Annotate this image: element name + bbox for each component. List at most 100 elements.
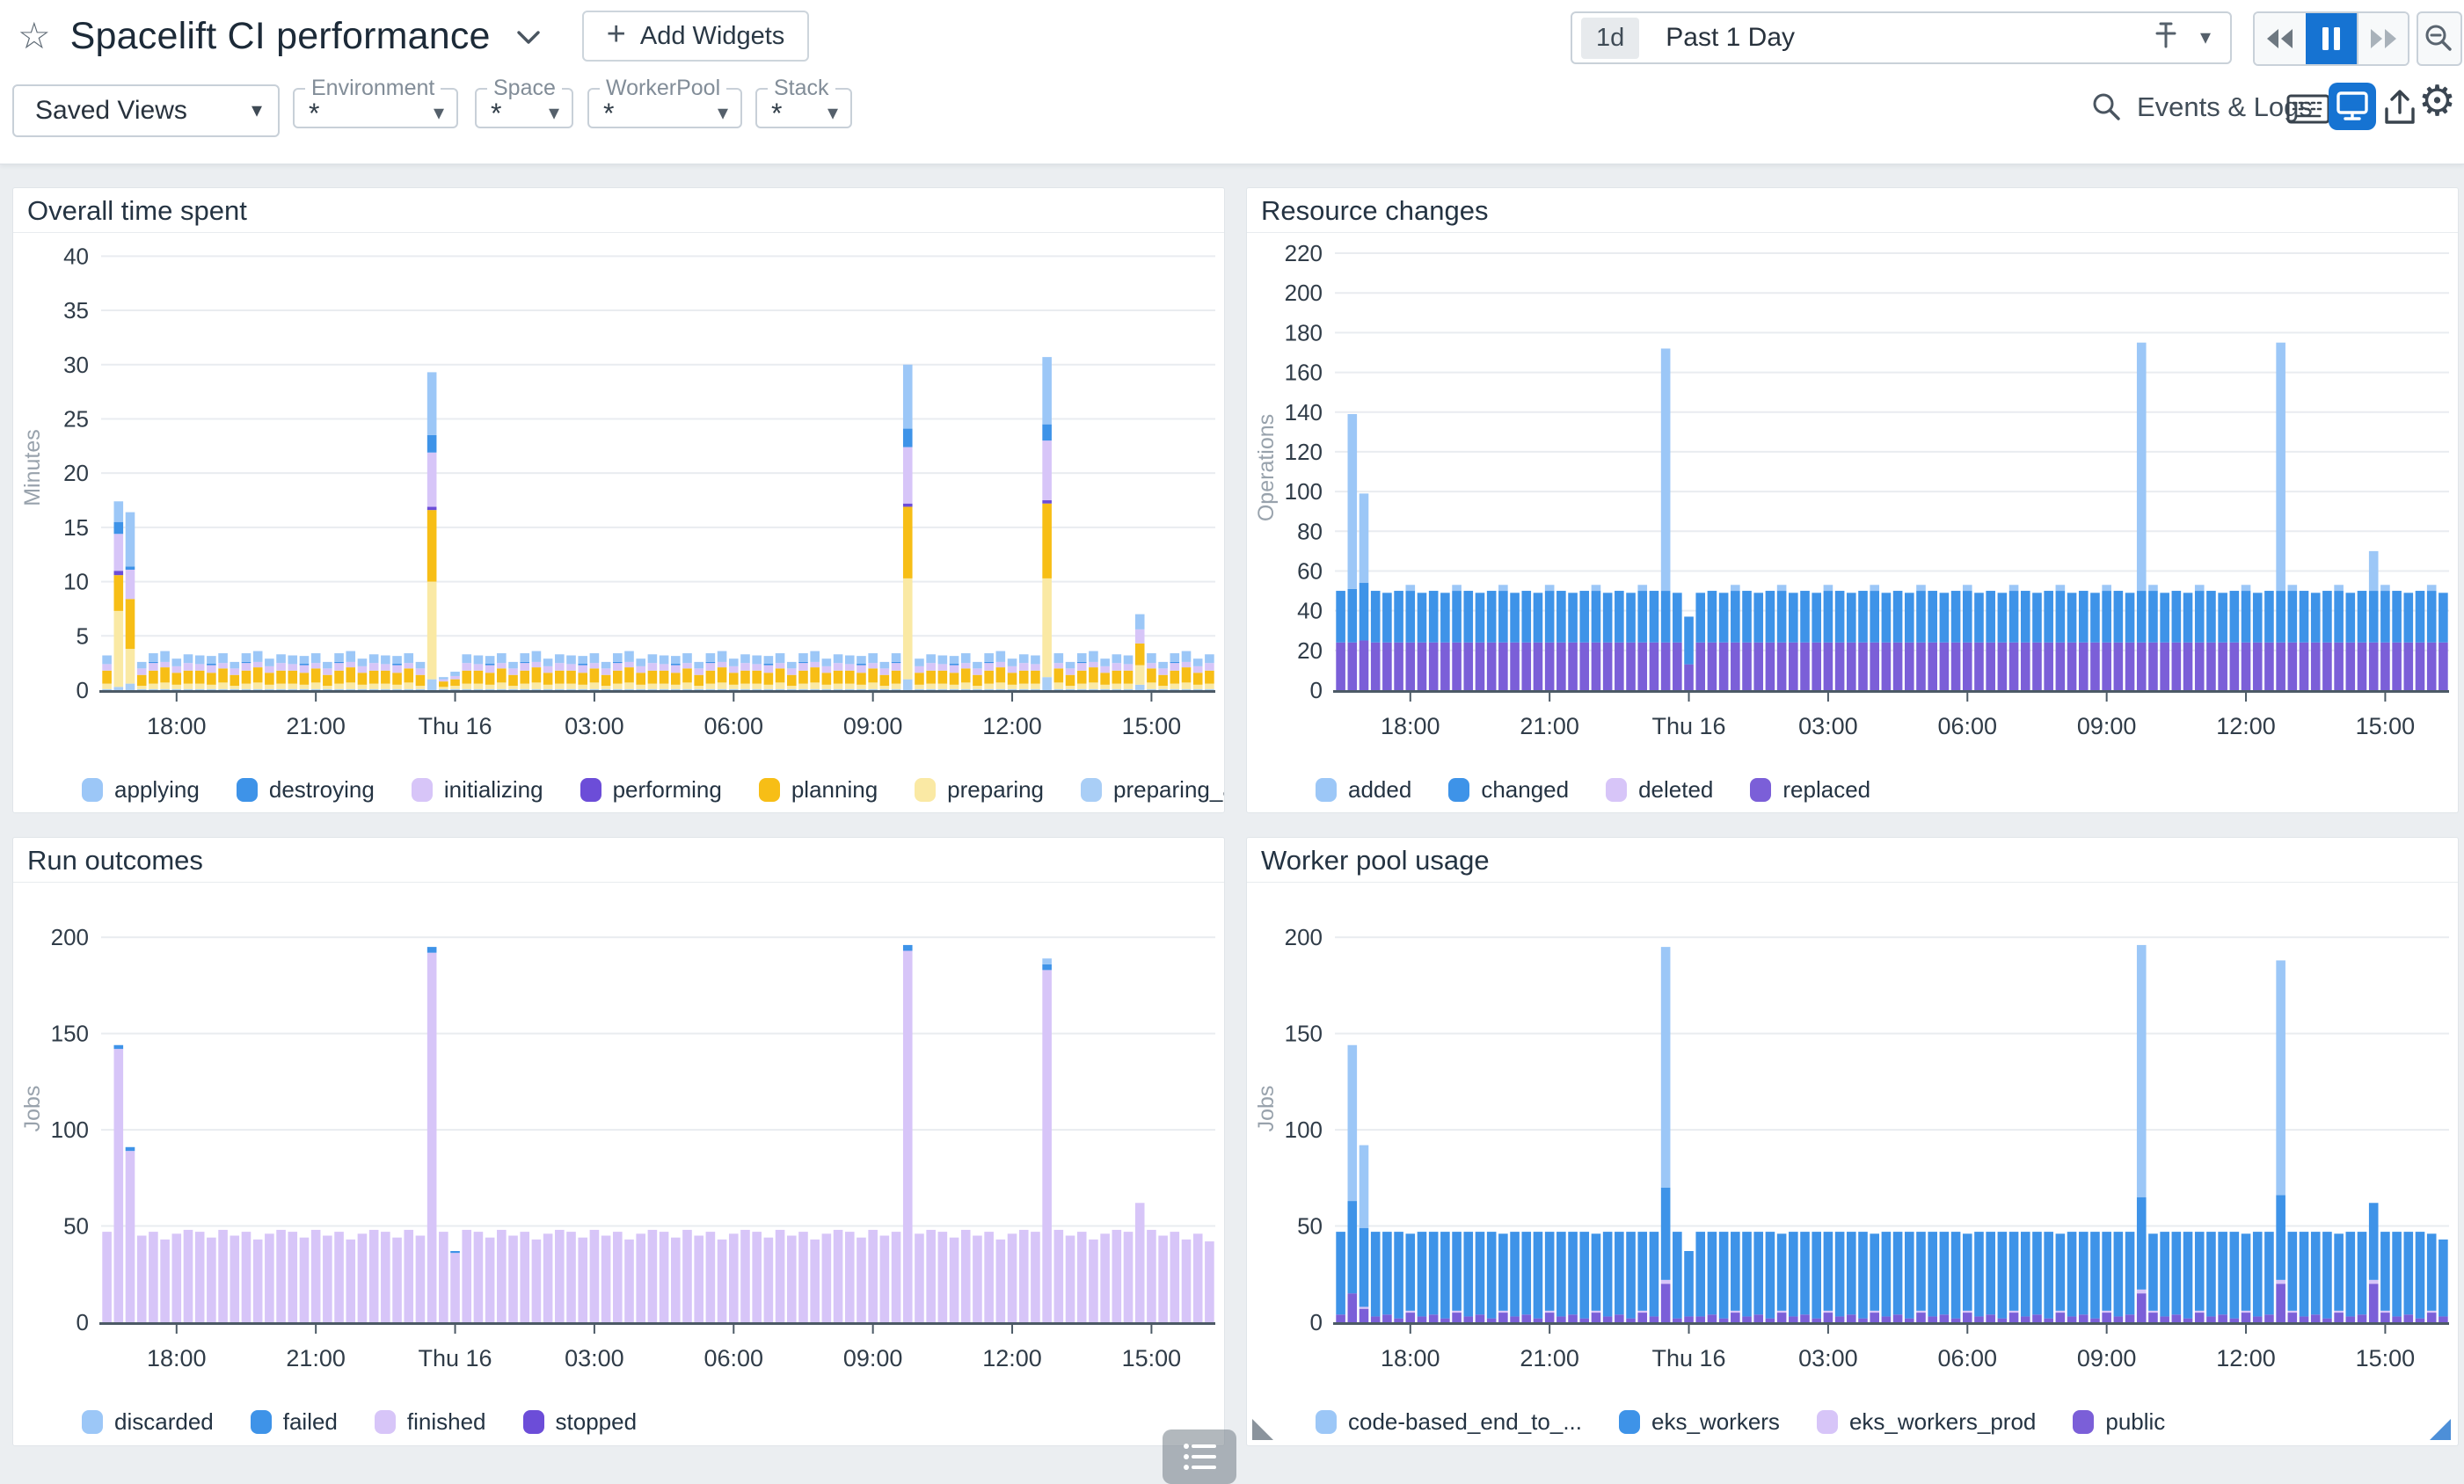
- time-range-shortcut[interactable]: 1d: [1581, 18, 1639, 59]
- legend-item-planning[interactable]: planning: [759, 776, 878, 804]
- svg-text:12:00: 12:00: [982, 713, 1042, 739]
- legend-label: preparing: [947, 776, 1044, 804]
- search-icon: [2091, 91, 2123, 123]
- svg-text:03:00: 03:00: [565, 713, 624, 739]
- legend-label: added: [1348, 776, 1411, 804]
- svg-text:12:00: 12:00: [2216, 713, 2276, 739]
- title-chevron-icon[interactable]: [514, 29, 543, 51]
- pause-button[interactable]: [2306, 13, 2357, 64]
- svg-text:200: 200: [1285, 924, 1323, 950]
- tv-mode-button[interactable]: [2329, 83, 2376, 130]
- title-row: ☆ Spacelift CI performance + Add Widgets: [18, 11, 809, 62]
- legend-label: eks_workers: [1651, 1408, 1780, 1436]
- gear-icon[interactable]: ⚙: [2418, 81, 2456, 123]
- legend-item-public[interactable]: public: [2073, 1408, 2165, 1436]
- run-outcomes-chart[interactable]: 050100150200Jobs18:0021:00Thu 1603:0006:…: [13, 883, 1224, 1398]
- svg-text:40: 40: [63, 243, 89, 269]
- svg-text:Minutes: Minutes: [20, 429, 45, 506]
- legend-swatch: [523, 1410, 544, 1434]
- legend-item-finished[interactable]: finished: [375, 1408, 486, 1436]
- legend-item-performing[interactable]: performing: [580, 776, 722, 804]
- legend-item-code-based_end_to_...[interactable]: code-based_end_to_...: [1316, 1408, 1582, 1436]
- time-range-caret-icon[interactable]: ▾: [2200, 27, 2211, 48]
- filter-workerpool[interactable]: WorkerPool *▾: [587, 77, 742, 128]
- pin-icon[interactable]: [2153, 21, 2179, 55]
- legend-item-discarded[interactable]: discarded: [82, 1408, 214, 1436]
- widget-title: Run outcomes: [13, 838, 1224, 883]
- resize-handle-bottom-right[interactable]: [2430, 1419, 2451, 1440]
- overall-time-spent-chart[interactable]: 0510152025303540Minutes18:0021:00Thu 160…: [13, 233, 1224, 766]
- legend-item-failed[interactable]: failed: [251, 1408, 338, 1436]
- svg-text:60: 60: [1297, 557, 1323, 584]
- legend-item-stopped[interactable]: stopped: [523, 1408, 638, 1436]
- svg-text:09:00: 09:00: [843, 713, 903, 739]
- svg-text:18:00: 18:00: [1381, 713, 1440, 739]
- filter-stack[interactable]: Stack *▾: [755, 77, 852, 128]
- legend-item-initializing[interactable]: initializing: [412, 776, 543, 804]
- svg-text:18:00: 18:00: [147, 1345, 207, 1371]
- legend-label: public: [2105, 1408, 2165, 1436]
- plus-icon: +: [607, 18, 626, 51]
- filter-space[interactable]: Space *▾: [475, 77, 573, 128]
- widget-title: Resource changes: [1247, 188, 2458, 233]
- legend-label: discarded: [114, 1408, 214, 1436]
- legend-item-eks_workers_prod[interactable]: eks_workers_prod: [1817, 1408, 2036, 1436]
- legend-swatch: [412, 778, 433, 802]
- svg-text:0: 0: [77, 677, 89, 703]
- skip-forward-button[interactable]: [2357, 13, 2408, 64]
- svg-text:Jobs: Jobs: [1254, 1086, 1279, 1132]
- legend-item-replaced[interactable]: replaced: [1750, 776, 1870, 804]
- legend-item-eks_workers[interactable]: eks_workers: [1619, 1408, 1780, 1436]
- filter-workerpool-label: WorkerPool: [600, 77, 726, 99]
- legend-swatch: [82, 778, 103, 802]
- legend-label: replaced: [1782, 776, 1870, 804]
- filter-stack-caret-icon: ▾: [827, 103, 838, 124]
- saved-views-label: Saved Views: [35, 96, 252, 126]
- svg-text:35: 35: [63, 297, 89, 324]
- svg-text:Operations: Operations: [1254, 414, 1279, 521]
- legend-item-destroying[interactable]: destroying: [237, 776, 375, 804]
- filter-workerpool-value: *: [603, 99, 718, 127]
- legend-item-changed[interactable]: changed: [1448, 776, 1569, 804]
- zoom-out-button[interactable]: [2417, 11, 2462, 66]
- legend: code-based_end_to_... eks_workers eks_work…: [1247, 1398, 2458, 1445]
- legend-swatch: [1619, 1410, 1640, 1434]
- legend-label: initializing: [444, 776, 543, 804]
- widget-resource-changes: Resource changes 02040608010012014016018…: [1246, 187, 2459, 813]
- legend-item-preparing_apply[interactable]: preparing_apply: [1081, 776, 1225, 804]
- monitor-icon: [2335, 90, 2370, 123]
- add-widgets-button[interactable]: + Add Widgets: [582, 11, 810, 62]
- keyboard-shortcuts-icon[interactable]: [2286, 93, 2330, 125]
- worker-pool-usage-chart[interactable]: 050100150200Jobs18:0021:00Thu 1603:0006:…: [1247, 883, 2458, 1398]
- widget-overall-time-spent: Overall time spent 0510152025303540Minut…: [12, 187, 1225, 813]
- svg-text:150: 150: [51, 1021, 89, 1047]
- widget-title: Worker pool usage: [1247, 838, 2458, 883]
- svg-text:80: 80: [1297, 518, 1323, 544]
- saved-views-dropdown[interactable]: Saved Views ▾: [12, 84, 280, 137]
- legend-item-deleted[interactable]: deleted: [1606, 776, 1713, 804]
- legend-label: applying: [114, 776, 200, 804]
- events-logs-button[interactable]: Events & Logs: [2091, 91, 2313, 123]
- filter-stack-label: Stack: [768, 77, 835, 99]
- list-icon: [1178, 1437, 1221, 1477]
- legend-item-preparing[interactable]: preparing: [915, 776, 1044, 804]
- legend-swatch: [1316, 1410, 1337, 1434]
- resource-changes-chart[interactable]: 020406080100120140160180200220Operations…: [1247, 233, 2458, 766]
- page-title: Spacelift CI performance: [70, 15, 491, 58]
- favorite-star-icon[interactable]: ☆: [18, 18, 51, 55]
- svg-text:21:00: 21:00: [1520, 1345, 1579, 1371]
- time-range-picker[interactable]: 1d Past 1 Day ▾: [1571, 11, 2232, 64]
- filter-environment[interactable]: Environment *▾: [293, 77, 458, 128]
- svg-text:15:00: 15:00: [1122, 1345, 1182, 1371]
- legend-label: code-based_end_to_...: [1348, 1408, 1582, 1436]
- widget-list-toggle-button[interactable]: [1163, 1429, 1236, 1484]
- resize-handle-bottom-left[interactable]: [1252, 1419, 1273, 1440]
- legend-item-added[interactable]: added: [1316, 776, 1411, 804]
- filter-space-caret-icon: ▾: [549, 103, 559, 124]
- skip-backward-button[interactable]: [2255, 13, 2306, 64]
- svg-text:100: 100: [1285, 478, 1323, 505]
- legend-item-applying[interactable]: applying: [82, 776, 200, 804]
- widget-run-outcomes: Run outcomes 050100150200Jobs18:0021:00T…: [12, 837, 1225, 1446]
- share-icon[interactable]: [2381, 88, 2418, 127]
- legend-label: deleted: [1638, 776, 1713, 804]
